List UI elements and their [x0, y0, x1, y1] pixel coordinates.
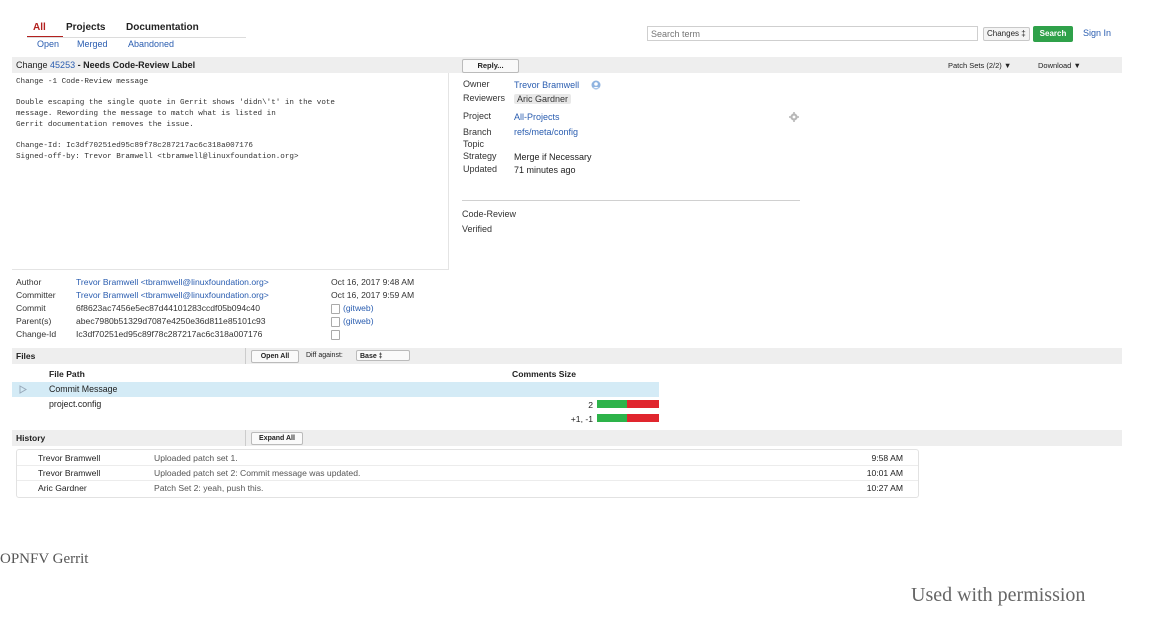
commit-message-line: Double escaping the single quote in Gerr… [16, 99, 335, 107]
file-size: 2 [588, 400, 593, 410]
change-id-label: Change-Id [16, 329, 57, 339]
committer-link[interactable]: Trevor Bramwell <tbramwell@linuxfoundati… [76, 290, 269, 300]
updated-value: 71 minutes ago [514, 165, 576, 175]
project-link[interactable]: All-Projects [514, 112, 560, 122]
file-path-header: File Path [49, 369, 85, 379]
history-message: Uploaded patch set 2: Commit message was… [154, 468, 361, 478]
commit-message: Change -1 Code-Review message Double esc… [12, 73, 449, 270]
tab-projects[interactable]: Projects [66, 22, 105, 33]
branch-link[interactable]: refs/meta/config [514, 127, 578, 137]
reply-button[interactable]: Reply... [462, 59, 519, 73]
commit-message-line: Change-Id: Ic3df70251ed95c89f78c287217ac… [16, 142, 253, 150]
search-scope-select[interactable]: Changes ‡ [983, 27, 1030, 41]
history-time: 10:01 AM [866, 468, 903, 478]
nav-divider [27, 37, 246, 38]
reviewer-name: Aric Gardner [514, 94, 572, 104]
history-row[interactable]: Aric Gardner Patch Set 2: yeah, push thi… [17, 480, 918, 495]
strategy-label: Strategy [463, 151, 497, 161]
tab-documentation[interactable]: Documentation [126, 22, 199, 33]
total-removed-bar [627, 414, 659, 422]
search-button[interactable]: Search [1033, 26, 1073, 42]
file-project-config-link[interactable]: project.config [49, 399, 101, 409]
reviewer-chip[interactable]: Aric Gardner [514, 94, 572, 104]
parent-label: Parent(s) [16, 316, 52, 326]
project-label: Project [463, 111, 492, 121]
committer-date: Oct 16, 2017 9:59 AM [331, 290, 415, 300]
files-header-bar [12, 348, 1122, 364]
diff-against-label: Diff against: [306, 352, 343, 359]
search-input[interactable] [647, 26, 978, 41]
history-header-bar [12, 430, 1122, 446]
gear-icon[interactable] [789, 112, 799, 122]
change-number-link[interactable]: 45253 [50, 60, 75, 70]
committer-label: Committer [16, 290, 56, 300]
commit-message-line: message. Rewording the message to match … [16, 110, 276, 118]
label-code-review: Code-Review [462, 209, 517, 219]
copy-commit-icon[interactable] [331, 304, 340, 314]
labels-divider [462, 200, 800, 201]
commit-message-line: Gerrit documentation removes the issue. [16, 121, 194, 129]
current-row-arrow-icon [19, 385, 27, 394]
commit-message-line: Signed-off-by: Trevor Bramwell <tbramwel… [16, 153, 299, 161]
commit-gitweb-link[interactable]: (gitweb) [343, 303, 374, 313]
files-bar-divider [245, 348, 246, 364]
owner-link[interactable]: Trevor Bramwell [514, 80, 579, 90]
owner-label: Owner [463, 79, 490, 89]
copy-change-id-icon[interactable] [331, 330, 340, 340]
parent-gitweb-link[interactable]: (gitweb) [343, 316, 374, 326]
copy-parent-icon[interactable] [331, 317, 340, 327]
total-added-bar [597, 414, 627, 422]
history-bar-divider [245, 430, 246, 446]
tab-all[interactable]: All [33, 22, 46, 33]
author-label: Author [16, 277, 42, 287]
strategy-value: Merge if Necessary [514, 152, 592, 162]
branch-label: Branch [463, 127, 492, 137]
reviewers-label: Reviewers [463, 93, 506, 103]
files-total: +1, -1 [570, 414, 593, 424]
author-link[interactable]: Trevor Bramwell <tbramwell@linuxfoundati… [76, 277, 269, 287]
open-all-button[interactable]: Open All [251, 350, 299, 363]
history-row[interactable]: Trevor Bramwell Uploaded patch set 2: Co… [17, 465, 918, 481]
history-author: Trevor Bramwell [38, 468, 101, 478]
change-id-value: Ic3df70251ed95c89f78c287217ac6c318a00717… [76, 329, 263, 339]
history-time: 9:58 AM [871, 453, 903, 463]
subtab-merged[interactable]: Merged [77, 39, 108, 49]
subtab-abandoned[interactable]: Abandoned [128, 39, 174, 49]
file-commit-message-link[interactable]: Commit Message [49, 384, 117, 394]
parent-hash: abec7980b51329d7087e4250e36d811e85101c93 [76, 316, 266, 326]
author-date: Oct 16, 2017 9:48 AM [331, 277, 415, 287]
history-author: Aric Gardner [38, 483, 87, 493]
sign-in-link[interactable]: Sign In [1083, 28, 1111, 38]
change-prefix: Change [16, 60, 48, 70]
commit-label: Commit [16, 303, 46, 313]
history-time: 10:27 AM [866, 483, 903, 493]
owner-avatar-icon [591, 80, 601, 90]
patch-sets-menu[interactable]: Patch Sets (2/2) ▼ [948, 61, 1011, 70]
diff-against-select[interactable]: Base ‡ [356, 350, 410, 361]
change-status: - Needs Code-Review Label [77, 60, 196, 70]
label-verified: Verified [462, 224, 493, 234]
commit-hash: 6f8623ac7456e5ec87d44101283ccdf05b094c40 [76, 303, 260, 313]
history-row[interactable]: Trevor Bramwell Uploaded patch set 1. 9:… [17, 450, 918, 466]
comments-size-header: Comments Size [512, 369, 576, 379]
history-author: Trevor Bramwell [38, 453, 101, 463]
change-title: Change 45253 - Needs Code-Review Label [16, 60, 195, 70]
history-message: Uploaded patch set 1. [154, 453, 238, 463]
files-title: Files [16, 351, 36, 361]
topic-label: Topic [463, 139, 485, 149]
image-credit: Used with permission [911, 584, 1086, 606]
subtab-open[interactable]: Open [37, 39, 59, 49]
history-list: Trevor Bramwell Uploaded patch set 1. 9:… [16, 449, 919, 498]
top-navigation: All Projects Documentation Open Merged A… [16, 22, 246, 54]
expand-all-button[interactable]: Expand All [251, 432, 303, 445]
history-title: History [16, 433, 46, 443]
removed-lines-bar [627, 400, 659, 408]
history-message: Patch Set 2: yeah, push this. [154, 483, 264, 493]
figure-caption: OPNFV Gerrit [0, 551, 89, 567]
commit-message-line: Change -1 Code-Review message [16, 78, 149, 86]
added-lines-bar [597, 400, 627, 408]
updated-label: Updated [463, 164, 498, 174]
download-menu[interactable]: Download ▼ [1038, 61, 1081, 70]
